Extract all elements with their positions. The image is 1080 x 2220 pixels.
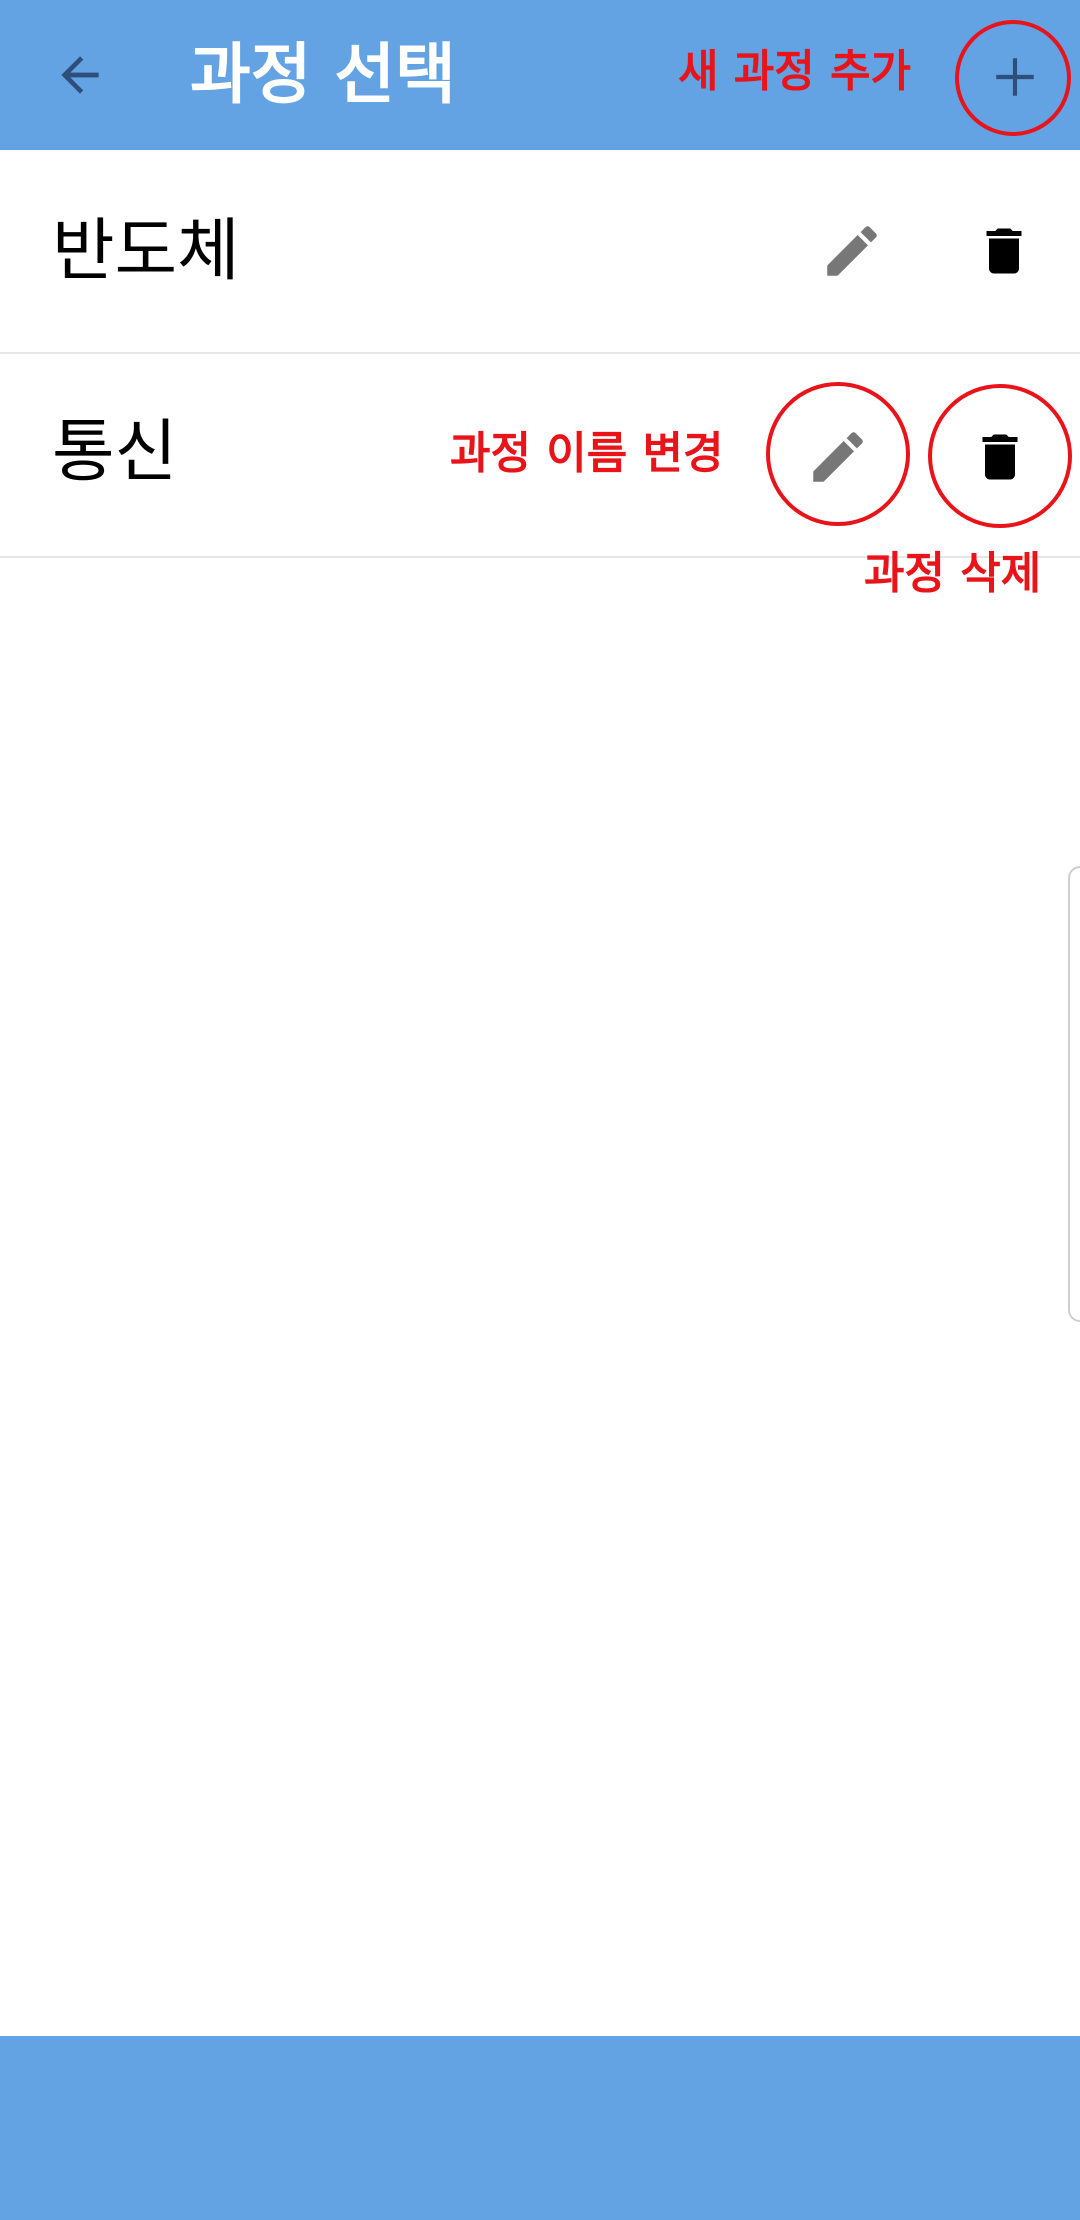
- delete-course-button[interactable]: [949, 196, 1059, 306]
- back-button[interactable]: [30, 25, 130, 125]
- course-name: 통신: [52, 413, 178, 492]
- edit-course-button[interactable]: [783, 402, 893, 512]
- app-bar: 과정 선택: [0, 0, 1080, 150]
- plus-icon: [996, 58, 1034, 96]
- trash-icon: [986, 228, 1022, 274]
- course-name: 반도체: [52, 212, 240, 291]
- edge-panel-handle[interactable]: [1068, 866, 1080, 1322]
- annotation-delete-course: 과정 삭제: [864, 548, 1042, 599]
- edit-course-button[interactable]: [797, 196, 907, 306]
- pencil-icon: [813, 432, 863, 482]
- bottom-bar: [0, 2036, 1080, 2220]
- annotation-add-course: 새 과정 추가: [678, 46, 912, 97]
- list-item[interactable]: 반도체: [0, 150, 1080, 354]
- page-title: 과정 선택: [190, 36, 456, 113]
- pencil-icon: [827, 226, 877, 276]
- delete-course-button[interactable]: [945, 402, 1055, 512]
- annotation-rename-course: 과정 이름 변경: [450, 428, 724, 479]
- add-course-button[interactable]: [965, 27, 1065, 127]
- arrow-left-icon: [61, 56, 99, 94]
- trash-icon: [982, 434, 1018, 480]
